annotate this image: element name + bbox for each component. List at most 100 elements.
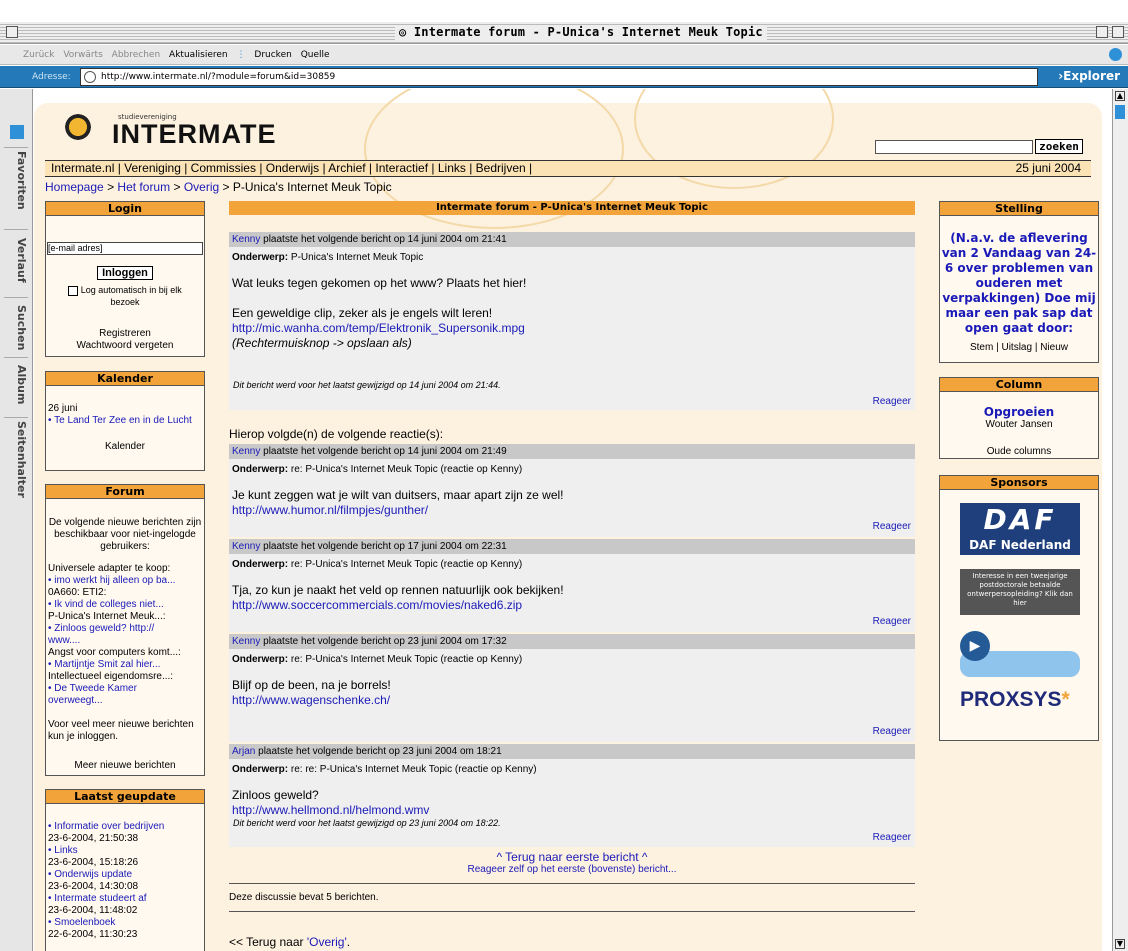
zoom-box[interactable]: [1096, 26, 1108, 38]
forum-more-link[interactable]: Meer nieuwe berichten: [48, 760, 202, 772]
login-button[interactable]: Inloggen: [97, 266, 153, 280]
back-to-first-link[interactable]: ^ Terug naar eerste bericht ^: [229, 850, 915, 864]
refresh-button[interactable]: Aktualisieren: [169, 50, 228, 60]
play-banner[interactable]: ▶: [960, 629, 1080, 677]
update-link[interactable]: • Smoelenboek: [48, 917, 202, 929]
auto-login-checkbox[interactable]: [68, 285, 79, 296]
post-url[interactable]: http://www.wagenschenke.ch/: [229, 693, 915, 708]
calendar-title: Kalender: [46, 372, 204, 386]
explorer-sidebar: Favoriten Verlauf Suchen Album Seitenhal…: [0, 89, 33, 951]
crumb-home[interactable]: Homepage: [45, 180, 104, 194]
edit-note: Dit bericht werd voor het laatst gewijzi…: [233, 380, 501, 390]
scroll-down-icon[interactable]: ▼: [1115, 939, 1125, 949]
post-subject: Onderwerp: re: P-Unica's Internet Meuk T…: [232, 559, 523, 570]
tab-favoriten[interactable]: Favoriten: [4, 147, 28, 213]
stelling-title: Stelling: [940, 202, 1098, 216]
post-text: Blijf op de been, na je borrels!: [232, 678, 391, 692]
forward-button[interactable]: Vorwärts: [63, 50, 102, 60]
author-link[interactable]: Kenny: [232, 541, 260, 552]
update-link[interactable]: • Intermate studeert af: [48, 893, 202, 905]
forum-topic: Angst voor computers komt...:: [48, 647, 181, 658]
updates-title: Laatst geupdate: [46, 790, 204, 804]
crumb-forum[interactable]: Het forum: [117, 180, 170, 194]
ad-banner[interactable]: Interesse in een tweejarige postdoctoral…: [960, 569, 1080, 615]
forum-post-link[interactable]: • Ik vind de colleges niet...: [48, 599, 202, 611]
scroll-up-icon[interactable]: ▲: [1115, 91, 1125, 101]
calendar-item[interactable]: • Te Land Ter Zee en in de Lucht: [48, 415, 192, 426]
forum-intro: De volgende nieuwe berichten zijn beschi…: [48, 517, 202, 552]
email-field[interactable]: [e-mail adres]: [47, 242, 203, 255]
reply-link[interactable]: Reageer: [873, 521, 911, 532]
author-link[interactable]: Kenny: [232, 446, 260, 457]
calendar-box: Kalender 26 juni • Te Land Ter Zee en in…: [45, 371, 205, 471]
forum-topic: P-Unica's Internet Meuk...:: [48, 611, 166, 622]
post-url[interactable]: http://www.hellmond.nl/helmond.wmv: [229, 803, 915, 818]
reply-link[interactable]: Reageer: [873, 396, 911, 407]
stelling-question[interactable]: (N.a.v. de aflevering van 2 Vandaag van …: [940, 216, 1098, 336]
tab-verlauf[interactable]: Verlauf: [4, 229, 28, 291]
author-link[interactable]: Kenny: [232, 234, 260, 245]
overig-link[interactable]: 'Overig': [307, 935, 347, 949]
collapse-box[interactable]: [1112, 26, 1124, 38]
reply-first-link[interactable]: Reageer zelf op het eerste (bovenste) be…: [229, 864, 915, 875]
calendar-link[interactable]: Kalender: [48, 441, 202, 453]
stelling-links[interactable]: Stem | Uitslag | Nieuw: [940, 342, 1098, 354]
forum-post-link[interactable]: • Martijntje Smit zal hier...: [48, 659, 202, 671]
post-url[interactable]: http://www.humor.nl/filmpjes/gunther/: [229, 503, 915, 518]
forum-post-link[interactable]: • imo werkt hij alleen op ba...: [48, 575, 202, 587]
back-button[interactable]: Zurück: [23, 50, 54, 60]
forum-post-link[interactable]: • Zinloos geweld? http:// www....: [48, 623, 168, 647]
play-icon: ▶: [960, 631, 990, 661]
forum-post-link[interactable]: • De Tweede Kamer overweegt...: [48, 683, 158, 707]
update-link[interactable]: • Links: [48, 845, 202, 857]
update-date: 23-6-2004, 21:50:38: [48, 833, 139, 844]
post-subject: Onderwerp: re: P-Unica's Internet Meuk T…: [232, 654, 523, 665]
sponsors-box: Sponsors DAF DAF Nederland Interesse in …: [939, 475, 1099, 741]
post-url[interactable]: http://mic.wanha.com/temp/Elektronik_Sup…: [229, 321, 915, 336]
post-count: Deze discussie bevat 5 berichten.: [229, 892, 379, 903]
proxsys-logo[interactable]: PROXSYS*: [960, 688, 1090, 712]
source-button[interactable]: Quelle: [301, 50, 330, 60]
url-input[interactable]: http://www.intermate.nl/?module=forum&id…: [80, 68, 1038, 86]
activity-icon: [1109, 48, 1122, 61]
thread-title: Intermate forum - P-Unica's Internet Meu…: [229, 201, 915, 215]
tab-suchen[interactable]: Suchen: [4, 297, 28, 357]
sidebar-grip-icon[interactable]: [10, 125, 24, 139]
stop-button[interactable]: Abbrechen: [112, 50, 161, 60]
auto-login[interactable]: Log automatisch in bij elk bezoek: [46, 280, 204, 308]
vertical-scrollbar[interactable]: ▲ ▼: [1112, 89, 1128, 951]
daf-logo: DAF: [983, 503, 1057, 536]
column-headline[interactable]: Opgroeien: [940, 392, 1098, 419]
close-box[interactable]: [6, 26, 18, 38]
tab-album[interactable]: Album: [4, 357, 28, 411]
search-input[interactable]: [875, 140, 1033, 154]
daf-banner[interactable]: DAF DAF Nederland: [960, 503, 1080, 555]
author-link[interactable]: Arjan: [232, 746, 255, 757]
main-nav[interactable]: Intermate.nl | Vereniging | Commissies |…: [45, 160, 1091, 177]
reply-link[interactable]: Reageer: [873, 832, 911, 843]
search-button[interactable]: zoeken: [1035, 139, 1083, 154]
first-post: Kenny plaatste het volgende bericht op 1…: [229, 232, 915, 410]
forum-box: Forum De volgende nieuwe berichten zijn …: [45, 484, 205, 776]
update-link[interactable]: • Informatie over bedrijven: [48, 821, 202, 833]
post-header: Kenny plaatste het volgende bericht op 2…: [229, 634, 915, 649]
update-date: 23-6-2004, 15:18:26: [48, 857, 139, 868]
column-title: Column: [940, 378, 1098, 392]
author-link[interactable]: Kenny: [232, 636, 260, 647]
scroll-thumb[interactable]: [1115, 105, 1125, 119]
crumb-overig[interactable]: Overig: [184, 180, 219, 194]
forum-thread: Intermate forum - P-Unica's Internet Meu…: [229, 201, 915, 215]
update-link[interactable]: • Onderwijs update: [48, 869, 202, 881]
reply-link[interactable]: Reageer: [873, 616, 911, 627]
register-link[interactable]: Registreren: [46, 328, 204, 340]
stelling-box: Stelling (N.a.v. de aflevering van 2 Van…: [939, 201, 1099, 363]
reply-link[interactable]: Reageer: [873, 726, 911, 737]
post-text: Je kunt zeggen wat je wilt van duitsers,…: [232, 488, 564, 502]
old-columns-link[interactable]: Oude columns: [940, 446, 1098, 458]
tab-seitenhalter[interactable]: Seitenhalter: [4, 417, 28, 501]
forgot-link[interactable]: Wachtwoord vergeten: [46, 340, 204, 352]
print-button[interactable]: Drucken: [254, 50, 291, 60]
post-url[interactable]: http://www.soccercommercials.com/movies/…: [229, 598, 915, 613]
forum-more-text: Voor veel meer nieuwe berichten kun je i…: [48, 719, 194, 742]
explorer-button[interactable]: ›Explorer: [1058, 69, 1120, 83]
